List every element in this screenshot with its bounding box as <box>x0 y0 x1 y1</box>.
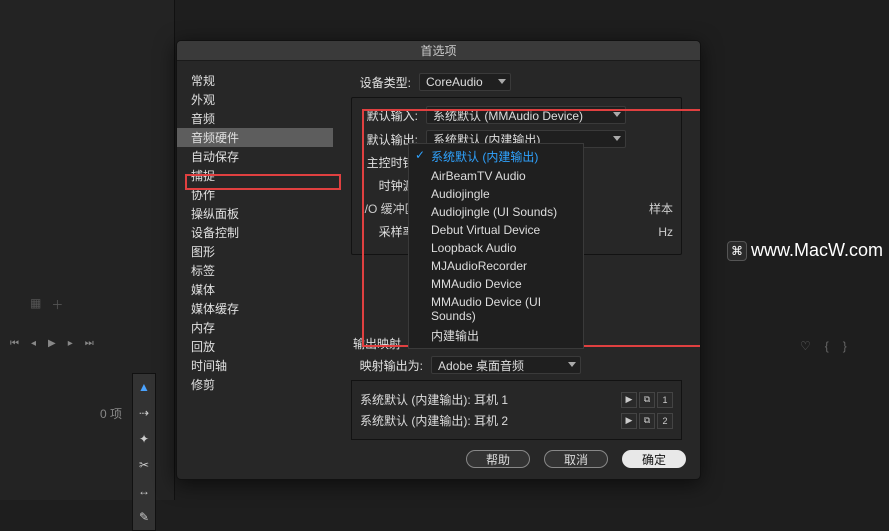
brace-right-icon[interactable]: } <box>843 339 847 353</box>
heart-icon[interactable]: ♡ <box>800 339 811 353</box>
dialog-title: 首选项 <box>177 41 700 61</box>
sidebar-item[interactable]: 协作 <box>177 185 333 204</box>
io-buffer-unit: 样本 <box>649 200 673 217</box>
device-type-value: CoreAudio <box>426 75 483 89</box>
output-row-text: 系统默认 (内建输出): 耳机 1 <box>360 391 508 408</box>
default-input-select[interactable]: 系统默认 (MMAudio Device) <box>426 106 626 124</box>
bin-icons: ▦ ＋ <box>30 296 63 313</box>
output-mapping-row: 系统默认 (内建输出): 耳机 2 ▶⧉2 <box>360 410 673 431</box>
cancel-button[interactable]: 取消 <box>544 450 608 468</box>
skip-end-icon[interactable]: ⏭ <box>85 338 94 349</box>
watermark: ⌘ www.MacW.com <box>727 240 883 261</box>
output-row-number: 2 <box>657 413 673 429</box>
new-item-icon[interactable]: ＋ <box>51 296 63 313</box>
sidebar-item[interactable]: 内存 <box>177 318 333 337</box>
dropdown-option[interactable]: AirBeamTV Audio <box>409 167 583 185</box>
output-row-btn[interactable]: ▶ <box>621 413 637 429</box>
sidebar-item[interactable]: 设备控制 <box>177 223 333 242</box>
dropdown-option[interactable]: Audiojingle (UI Sounds) <box>409 203 583 221</box>
watermark-text: www.MacW.com <box>751 240 883 261</box>
sidebar-item[interactable]: 常规 <box>177 71 333 90</box>
sidebar-item[interactable]: 外观 <box>177 90 333 109</box>
dropdown-option[interactable]: MJAudioRecorder <box>409 257 583 275</box>
sidebar-item[interactable]: 音频 <box>177 109 333 128</box>
dropdown-option[interactable]: 系统默认 (内建输出) <box>409 146 583 167</box>
slip-tool-icon[interactable]: ↔ <box>138 484 150 498</box>
sidebar-item[interactable]: 媒体缓存 <box>177 299 333 318</box>
dropdown-option[interactable]: Loopback Audio <box>409 239 583 257</box>
chevron-down-icon <box>498 79 506 84</box>
map-to-select[interactable]: Adobe 桌面音频 <box>431 356 581 374</box>
sidebar-item[interactable]: 自动保存 <box>177 147 333 166</box>
razor-tool-icon[interactable]: ✂ <box>139 458 149 472</box>
output-row-btn[interactable]: ⧉ <box>639 413 655 429</box>
step-fwd-icon[interactable]: ▸ <box>68 338 73 349</box>
project-item-count: 0 项 <box>100 405 122 422</box>
output-mapping-row: 系统默认 (内建输出): 耳机 1 ▶⧉1 <box>360 389 673 410</box>
output-mapping-panel: 系统默认 (内建输出): 耳机 1 ▶⧉1 系统默认 (内建输出): 耳机 2 ▶⧉2 <box>351 380 682 440</box>
ripple-edit-icon[interactable]: ✦ <box>139 432 149 446</box>
device-type-select[interactable]: CoreAudio <box>419 73 511 91</box>
brace-left-icon[interactable]: { <box>825 339 829 353</box>
help-button[interactable]: 帮助 <box>466 450 530 468</box>
sidebar-item[interactable]: 回放 <box>177 337 333 356</box>
sidebar-item[interactable]: 媒体 <box>177 280 333 299</box>
dialog-footer: 帮助 取消 确定 <box>177 439 700 479</box>
chevron-down-icon <box>613 112 621 117</box>
sidebar-item[interactable]: 音频硬件 <box>177 128 333 147</box>
device-type-label: 设备类型: <box>351 74 411 91</box>
sidebar-item[interactable]: 图形 <box>177 242 333 261</box>
dropdown-option[interactable]: MMAudio Device <box>409 275 583 293</box>
output-row-btn[interactable]: ⧉ <box>639 392 655 408</box>
output-row-text: 系统默认 (内建输出): 耳机 2 <box>360 412 508 429</box>
dropdown-option[interactable]: MMAudio Device (UI Sounds) <box>409 293 583 325</box>
dropdown-option[interactable]: Audiojingle <box>409 185 583 203</box>
step-back-icon[interactable]: ◂ <box>31 338 36 349</box>
dropdown-option[interactable]: Debut Virtual Device <box>409 221 583 239</box>
footer-icons: ♡ { } <box>800 339 847 353</box>
default-input-label: 默认输入: <box>358 107 418 124</box>
default-output-dropdown[interactable]: 系统默认 (内建输出)AirBeamTV AudioAudiojingleAud… <box>408 143 584 349</box>
map-to-value: Adobe 桌面音频 <box>438 357 524 374</box>
pen-tool-icon[interactable]: ✎ <box>139 510 149 524</box>
transport-controls: ⏮ ◂ ▶ ▸ ⏭ <box>10 338 94 349</box>
sidebar-item[interactable]: 操纵面板 <box>177 204 333 223</box>
preferences-main: 设备类型: CoreAudio 默认输入: 系统默认 (MMAudio Devi… <box>333 61 700 439</box>
new-bin-icon[interactable]: ▦ <box>30 296 41 313</box>
sidebar-item[interactable]: 时间轴 <box>177 356 333 375</box>
sidebar-item[interactable]: 标签 <box>177 261 333 280</box>
sample-rate-unit: Hz <box>658 225 673 239</box>
ok-button[interactable]: 确定 <box>622 450 686 468</box>
play-icon[interactable]: ▶ <box>48 338 56 349</box>
sidebar-item[interactable]: 捕捉 <box>177 166 333 185</box>
chevron-down-icon <box>613 136 621 141</box>
preferences-dialog: 首选项 常规外观音频音频硬件自动保存捕捉协作操纵面板设备控制图形标签媒体媒体缓存… <box>176 40 701 480</box>
output-row-number: 1 <box>657 392 673 408</box>
watermark-logo-icon: ⌘ <box>727 241 747 261</box>
default-input-value: 系统默认 (MMAudio Device) <box>433 107 583 124</box>
skip-start-icon[interactable]: ⏮ <box>10 338 19 349</box>
chevron-down-icon <box>568 362 576 367</box>
sidebar-item[interactable]: 修剪 <box>177 375 333 394</box>
selection-tool-icon[interactable]: ▲ <box>138 380 150 394</box>
map-to-label: 映射输出为: <box>351 357 423 374</box>
tool-strip: ▲ ⇢ ✦ ✂ ↔ ✎ <box>132 373 156 531</box>
preferences-sidebar: 常规外观音频音频硬件自动保存捕捉协作操纵面板设备控制图形标签媒体媒体缓存内存回放… <box>177 61 333 439</box>
dropdown-option[interactable]: 内建输出 <box>409 325 583 346</box>
output-row-btn[interactable]: ▶ <box>621 392 637 408</box>
track-select-icon[interactable]: ⇢ <box>139 406 149 420</box>
